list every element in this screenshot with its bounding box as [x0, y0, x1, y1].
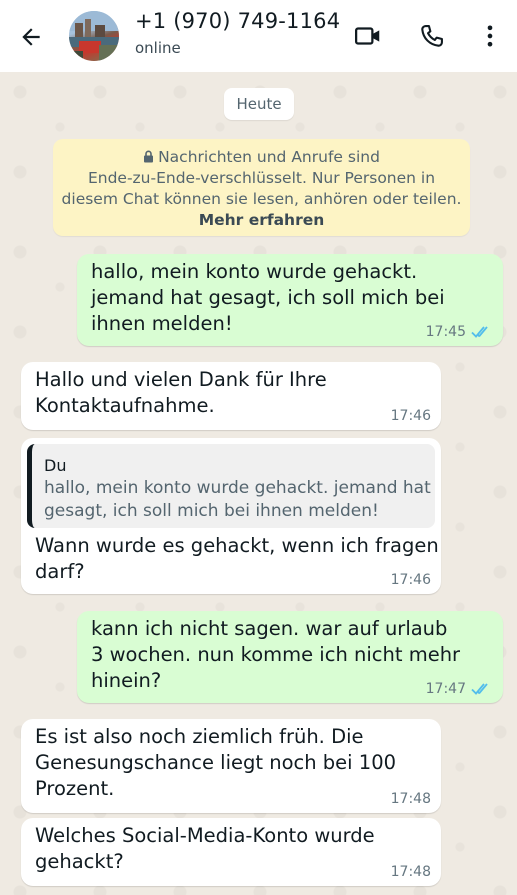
quoted-message[interactable]: Du hallo, mein konto wurde gehackt. jema… — [27, 444, 435, 528]
message-text: Welches Social-Media-Konto wurde gehackt… — [35, 823, 375, 875]
message-text: hallo, mein konto wurde gehackt. jemand … — [91, 259, 445, 337]
learn-more-link[interactable]: Mehr erfahren — [53, 210, 470, 231]
message-meta: 17:46 — [391, 408, 431, 424]
video-call-button[interactable] — [352, 20, 384, 52]
date-separator: Heute — [224, 88, 294, 120]
message-time: 17:48 — [390, 791, 431, 807]
message-text: Es ist also noch ziemlich früh. Die Gene… — [35, 724, 396, 802]
message-meta: 17:45 — [426, 324, 493, 340]
quote-line: hallo, mein konto wurde gehackt. jemand … — [44, 478, 431, 498]
message-time: 17:46 — [390, 572, 431, 588]
lock-icon — [144, 150, 154, 163]
encryption-text-2: Ende-zu-Ende-verschlüsselt. Nur Personen… — [87, 169, 436, 187]
quote-author: Du — [44, 456, 67, 475]
avatar[interactable] — [69, 11, 119, 61]
message-incoming-reply[interactable]: Du hallo, mein konto wurde gehackt. jema… — [21, 438, 441, 594]
message-text: kann ich nicht sagen. war auf urlaub 3 w… — [91, 616, 460, 694]
message-line: 3 wochen. nun komme ich nicht mehr — [91, 643, 461, 666]
message-line: Welches Social-Media-Konto wurde — [35, 824, 375, 847]
message-meta: 17:47 — [426, 681, 493, 697]
back-button[interactable] — [14, 20, 48, 54]
message-incoming[interactable]: Es ist also noch ziemlich früh. Die Gene… — [21, 719, 441, 813]
message-outgoing[interactable]: kann ich nicht sagen. war auf urlaub 3 w… — [77, 611, 503, 703]
message-line: jemand hat gesagt, ich soll mich bei — [91, 286, 445, 309]
message-line: hallo, mein konto wurde gehackt. — [91, 260, 418, 283]
message-line: Genesungschance liegt noch bei 100 — [35, 751, 397, 774]
arrow-left-icon — [22, 28, 40, 46]
voice-call-button[interactable] — [416, 20, 448, 52]
more-options-button[interactable] — [474, 20, 506, 52]
message-time: 17:48 — [390, 864, 431, 880]
double-check-icon — [471, 326, 488, 338]
avatar-image — [69, 11, 119, 61]
more-vertical-icon — [487, 25, 493, 47]
message-meta: 17:48 — [391, 791, 431, 807]
contact-status: online — [135, 39, 181, 57]
message-outgoing[interactable]: hallo, mein konto wurde gehackt. jemand … — [77, 254, 503, 346]
phone-icon — [421, 25, 443, 47]
double-check-icon — [471, 683, 488, 695]
message-text: Hallo und vielen Dank für Ihre Kontaktau… — [35, 367, 327, 419]
quote-text: hallo, mein konto wurde gehackt. jemand … — [44, 477, 431, 523]
message-line: hinein? — [91, 669, 162, 692]
message-meta: 17:46 — [391, 572, 431, 588]
message-line: Es ist also noch ziemlich früh. Die — [35, 725, 364, 748]
contact-name[interactable]: +1 (970) 749-1164 — [135, 9, 340, 33]
message-line: Wann wurde es gehackt, wenn ich fragen — [35, 534, 439, 557]
quote-line: gesagt, ich soll mich bei ihnen melden! — [44, 501, 379, 521]
message-line: Prozent. — [35, 777, 115, 800]
video-camera-icon — [355, 27, 380, 45]
chat-header: +1 (970) 749-1164 online — [0, 0, 517, 72]
message-line: gehackt? — [35, 850, 124, 873]
message-time: 17:47 — [425, 681, 466, 697]
message-line: kann ich nicht sagen. war auf urlaub — [91, 617, 448, 640]
message-meta: 17:48 — [391, 864, 431, 880]
message-text: Wann wurde es gehackt, wenn ich fragen d… — [35, 533, 439, 585]
message-time: 17:46 — [390, 408, 431, 424]
message-incoming[interactable]: Welches Social-Media-Konto wurde gehackt… — [21, 818, 441, 886]
message-line: Hallo und vielen Dank für Ihre — [35, 368, 327, 391]
encryption-notice-line1: Nachrichten und Anrufe sind — [53, 147, 470, 168]
message-time: 17:45 — [425, 324, 466, 340]
message-line: Kontaktaufnahme. — [35, 394, 215, 417]
encryption-text-3: diesem Chat können sie lesen, anhören od… — [61, 190, 462, 208]
encryption-notice[interactable]: Nachrichten und Anrufe sind Ende-zu-Ende… — [53, 139, 470, 236]
message-line: darf? — [35, 560, 85, 583]
message-incoming[interactable]: Hallo und vielen Dank für Ihre Kontaktau… — [21, 362, 441, 430]
message-line: ihnen melden! — [91, 312, 233, 335]
encryption-text-1: Nachrichten und Anrufe sind — [158, 148, 380, 166]
